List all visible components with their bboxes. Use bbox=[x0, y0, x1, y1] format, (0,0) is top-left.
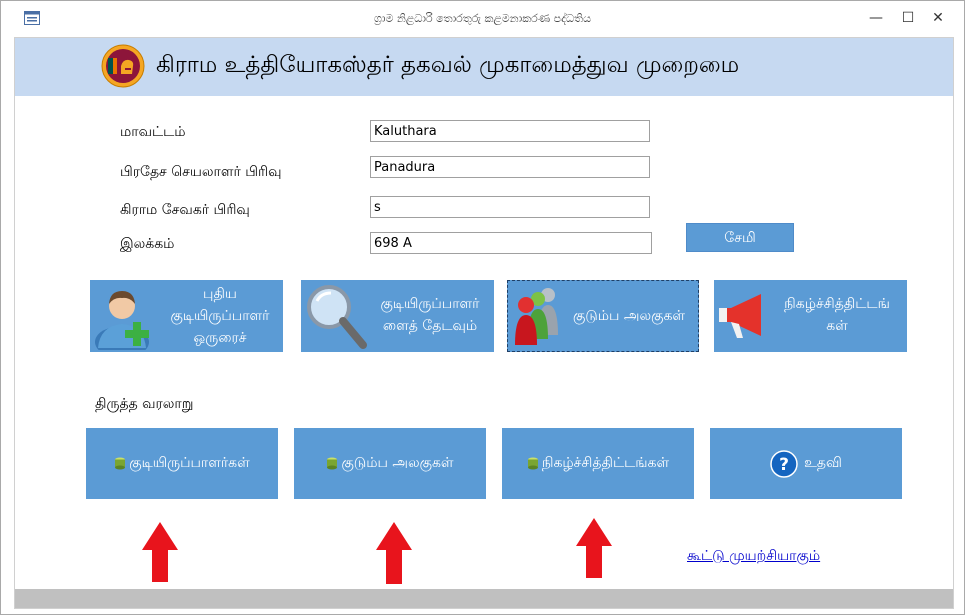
search-resident-tile[interactable]: குடியிருப்பாளர் ளைத் தேடவும் bbox=[301, 280, 494, 352]
minimize-button[interactable]: — bbox=[861, 7, 891, 29]
add-user-icon bbox=[95, 291, 149, 350]
search-resident-line1: குடியிருப்பாளர் bbox=[380, 296, 480, 312]
family-units-label: குடும்ப அலகுகள் bbox=[572, 308, 686, 324]
gn-division-field[interactable]: s bbox=[370, 196, 650, 218]
history-family-units-label: குடும்ப அலகுகள் bbox=[341, 454, 454, 471]
close-icon: ✕ bbox=[932, 10, 944, 26]
title-bar: ග්‍රාම නිළධාරි තොරතුරු කළමනාකරණ පද්ධතිය … bbox=[1, 1, 964, 37]
database-icon bbox=[527, 457, 538, 470]
new-resident-line3: ஒருரைச் bbox=[193, 330, 247, 346]
number-label: இலக்கம் bbox=[120, 236, 175, 252]
family-group-icon bbox=[515, 288, 558, 345]
magnifier-icon bbox=[307, 285, 367, 349]
help-button[interactable]: ? உதவி bbox=[710, 428, 902, 499]
history-family-units-button[interactable]: குடும்ப அலகுகள் bbox=[294, 428, 486, 499]
save-button[interactable]: சேமி bbox=[686, 223, 794, 252]
close-button[interactable]: ✕ bbox=[923, 7, 953, 29]
help-label: உதவி bbox=[804, 454, 842, 471]
family-units-tile[interactable]: குடும்ப அலகுகள் bbox=[507, 280, 699, 352]
main-form: கிராம உத்தியோகஸ்தர் தகவல் முகாமைத்துவ மு… bbox=[14, 37, 954, 609]
events-tile[interactable]: நிகழ்ச்சித்திட்டங் கள் bbox=[714, 280, 907, 352]
page-title: கிராம உத்தியோகஸ்தர் தகவல் முகாமைத்துவ மு… bbox=[156, 52, 740, 78]
header-band: கிராம உத்தியோகஸ்தர் தகவல் முகாமைத்துவ மு… bbox=[15, 38, 953, 96]
number-field[interactable]: 698 A bbox=[370, 232, 652, 254]
collaboration-link[interactable]: கூட்டு முயற்சியாகும் bbox=[687, 548, 820, 566]
app-window: ග්‍රාම නිළධාරි තොරතුරු කළමනාකරණ පද්ධතිය … bbox=[0, 0, 965, 615]
gn-division-label: கிராம சேவகர் பிரிவு bbox=[120, 202, 250, 218]
district-field[interactable]: Kaluthara bbox=[370, 120, 650, 142]
help-icon: ? bbox=[770, 449, 798, 478]
new-resident-line1: புதிய bbox=[203, 286, 237, 302]
history-events-label: நிகழ்ச்சித்திட்டங்கள் bbox=[541, 454, 670, 471]
new-resident-line2: குடியிருப்பாளர் bbox=[170, 308, 270, 324]
database-icon bbox=[327, 457, 338, 470]
maximize-icon: ☐ bbox=[901, 10, 915, 26]
svg-text:?: ? bbox=[779, 455, 789, 475]
history-events-button[interactable]: நிகழ்ச்சித்திட்டங்கள் bbox=[502, 428, 694, 499]
maximize-button[interactable]: ☐ bbox=[893, 7, 923, 29]
footer-bar bbox=[15, 589, 953, 608]
ds-division-field[interactable]: Panadura bbox=[370, 156, 650, 178]
database-icon bbox=[115, 457, 126, 470]
minimize-icon: — bbox=[869, 10, 883, 26]
megaphone-icon bbox=[719, 294, 761, 338]
events-line2: கள் bbox=[826, 318, 848, 334]
new-resident-tile[interactable]: புதிய குடியிருப்பாளர் ஒருரைச் bbox=[90, 280, 283, 352]
red-arrow-up-icon bbox=[376, 522, 412, 584]
red-arrow-up-icon bbox=[142, 522, 178, 582]
history-residents-button[interactable]: குடியிருப்பாளர்கள் bbox=[86, 428, 278, 499]
red-arrow-up-icon bbox=[576, 518, 612, 578]
history-residents-label: குடியிருப்பாளர்கள் bbox=[129, 454, 250, 471]
window-title: ග්‍රාම නිළධාරි තොරතුරු කළමනාකරණ පද්ධතිය bbox=[374, 12, 591, 25]
ds-division-label: பிரதேச செயலாளர் பிரிவு bbox=[120, 164, 282, 180]
events-line1: நிகழ்ச்சித்திட்டங் bbox=[784, 296, 890, 312]
edit-history-label: திருத்த வரலாறு bbox=[95, 396, 194, 412]
sri-lanka-emblem-icon bbox=[101, 44, 145, 88]
search-resident-line2: ளைத் தேடவும் bbox=[382, 318, 478, 334]
district-label: மாவட்டம் bbox=[120, 124, 186, 140]
